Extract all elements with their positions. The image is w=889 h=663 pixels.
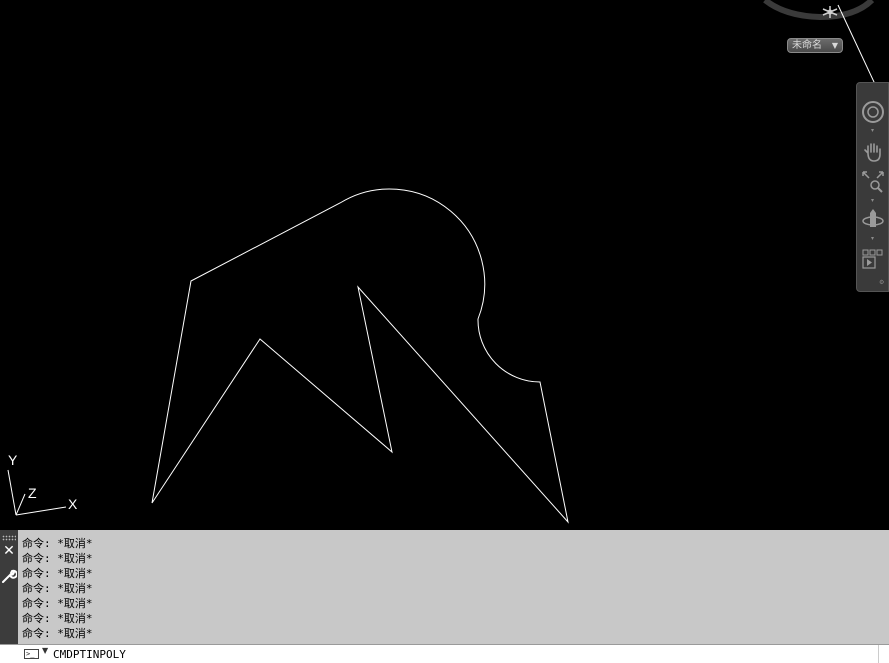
command-history: 命令: *取消* 命令: *取消* 命令: *取消* 命令: *取消* 命令: … [22, 536, 882, 644]
command-line-toolbar: ✕ [0, 530, 18, 644]
history-line: 命令: *取消* [22, 567, 93, 580]
nav-bar-options-icon[interactable]: ⚙ [879, 280, 884, 286]
ucs-menu-label: 未命名 [792, 40, 822, 51]
command-prompt-icon[interactable]: >_ [24, 649, 39, 659]
orbit-icon[interactable] [860, 207, 886, 233]
navigation-bar: ▾ ▾ ▾ ⚙ [856, 82, 889, 292]
history-line: 命令: *取消* [22, 552, 93, 565]
command-input-row: >_ ▼ [0, 644, 889, 663]
recent-commands-dropdown-icon[interactable]: ▼ [42, 646, 48, 655]
steering-wheel-dropdown-icon[interactable]: ▾ [871, 128, 875, 134]
history-line: 命令: *取消* [22, 612, 93, 625]
drawing-canvas[interactable]: Y Z X [0, 0, 889, 530]
autocad-window: Y Z X 未命名 ▼ ▾ ▾ ▾ ⚙ ✕ 命令: *取消* 命令: *取消* … [0, 0, 889, 663]
wrench-icon[interactable] [1, 568, 18, 584]
ucs-icon: Y Z X [7, 452, 78, 516]
zoom-dropdown-icon[interactable]: ▾ [871, 198, 875, 204]
ucs-y-label: Y [8, 452, 18, 468]
history-line: 命令: *取消* [22, 582, 93, 595]
steering-wheel-icon[interactable] [860, 99, 886, 125]
view-cube-ring[interactable] [763, 0, 875, 21]
history-line: 命令: *取消* [22, 537, 93, 550]
command-input-end [878, 645, 889, 663]
chevron-down-icon: ▼ [831, 41, 838, 50]
ucs-x-label: X [68, 496, 78, 512]
history-line: 命令: *取消* [22, 597, 93, 610]
ucs-menu-button[interactable]: 未命名 ▼ [787, 38, 843, 53]
orbit-dropdown-icon[interactable]: ▾ [871, 236, 875, 242]
drawing-polyline-shape[interactable] [151, 188, 569, 524]
zoom-extents-icon[interactable] [860, 169, 886, 195]
view-cube[interactable] [763, 0, 875, 21]
showmotion-icon[interactable] [860, 247, 886, 273]
close-icon[interactable]: ✕ [2, 544, 16, 558]
pan-hand-icon[interactable] [860, 139, 886, 165]
history-line: 命令: *取消* [22, 627, 93, 640]
grip-handle-icon[interactable] [2, 535, 16, 541]
command-input[interactable] [53, 646, 853, 662]
command-line-panel: ✕ 命令: *取消* 命令: *取消* 命令: *取消* 命令: *取消* 命令… [0, 530, 889, 663]
ucs-z-label: Z [28, 485, 37, 501]
